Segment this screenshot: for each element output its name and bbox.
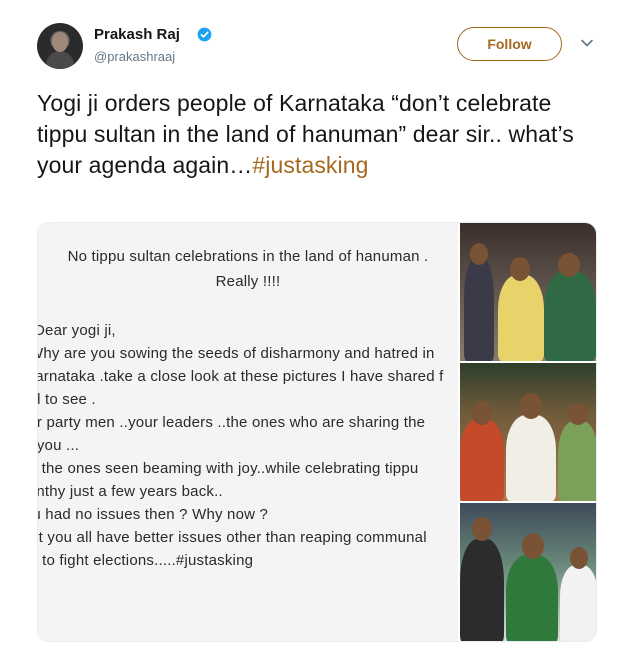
note-title-line-1: No tippu sultan celebrations in the land… — [67, 248, 429, 265]
tweet-header: Prakash Raj @prakashraaj Follow — [37, 20, 597, 72]
photo-figure — [558, 421, 596, 501]
photo-face — [472, 401, 492, 425]
photo-face — [570, 547, 588, 569]
note-line: hatred to fight elections.....#justaskin… — [38, 552, 254, 569]
note-line: jayanthy just a few years back.. — [38, 483, 223, 500]
photo-column — [460, 223, 596, 641]
avatar-head — [52, 32, 68, 52]
chevron-down-icon[interactable] — [580, 36, 594, 50]
photo-figure — [460, 419, 504, 501]
tweet-media[interactable]: No tippu sultan celebrations in the land… — [37, 222, 597, 642]
note-line: Why are you sowing the seeds of disharmo… — [38, 345, 435, 362]
follow-button[interactable]: Follow — [457, 27, 562, 61]
hashtag-link[interactable]: #justasking — [252, 152, 368, 178]
photo-leaders-felicitation[interactable] — [460, 223, 596, 361]
user-handle[interactable]: @prakashraaj — [94, 49, 175, 64]
note-line: Karnataka .take a close look at these pi… — [38, 368, 444, 385]
avatar[interactable] — [37, 23, 83, 69]
note-line: are the ones seen beaming with joy..whil… — [38, 460, 419, 477]
note-line: Dear yogi ji, — [38, 322, 116, 339]
tweet-text: Yogi ji orders people of Karnataka “don’… — [37, 88, 607, 181]
photo-figure — [464, 257, 494, 361]
avatar-shoulders — [46, 51, 74, 69]
photo-figure — [460, 539, 504, 641]
photo-face — [470, 243, 488, 265]
photo-leaders-garlanded[interactable] — [460, 363, 596, 501]
photo-face — [472, 517, 492, 541]
photo-face — [522, 533, 544, 559]
photo-leader-honoured[interactable] — [460, 503, 596, 641]
photo-figure — [560, 565, 596, 641]
photo-face — [510, 257, 530, 281]
photo-figure — [506, 415, 556, 501]
note-line: with you ... — [38, 437, 80, 454]
photo-figure — [506, 555, 558, 641]
photo-face — [558, 253, 580, 277]
note-line: Your party men ..your leaders ..the ones… — [38, 414, 426, 431]
note-line: all to see . — [38, 391, 96, 408]
photo-figure — [498, 275, 544, 361]
note-line: You had no issues then ? Why now ? — [38, 506, 269, 523]
note-title-line-2: Really !!!! — [215, 273, 281, 290]
photo-face — [568, 403, 588, 425]
photo-figure — [544, 271, 596, 361]
verified-badge-icon — [197, 27, 212, 42]
photo-face — [520, 393, 542, 419]
note-line: Don’t you all have better issues other t… — [38, 529, 427, 546]
note-image[interactable]: No tippu sultan celebrations in the land… — [38, 223, 458, 641]
user-name[interactable]: Prakash Raj — [94, 26, 180, 43]
